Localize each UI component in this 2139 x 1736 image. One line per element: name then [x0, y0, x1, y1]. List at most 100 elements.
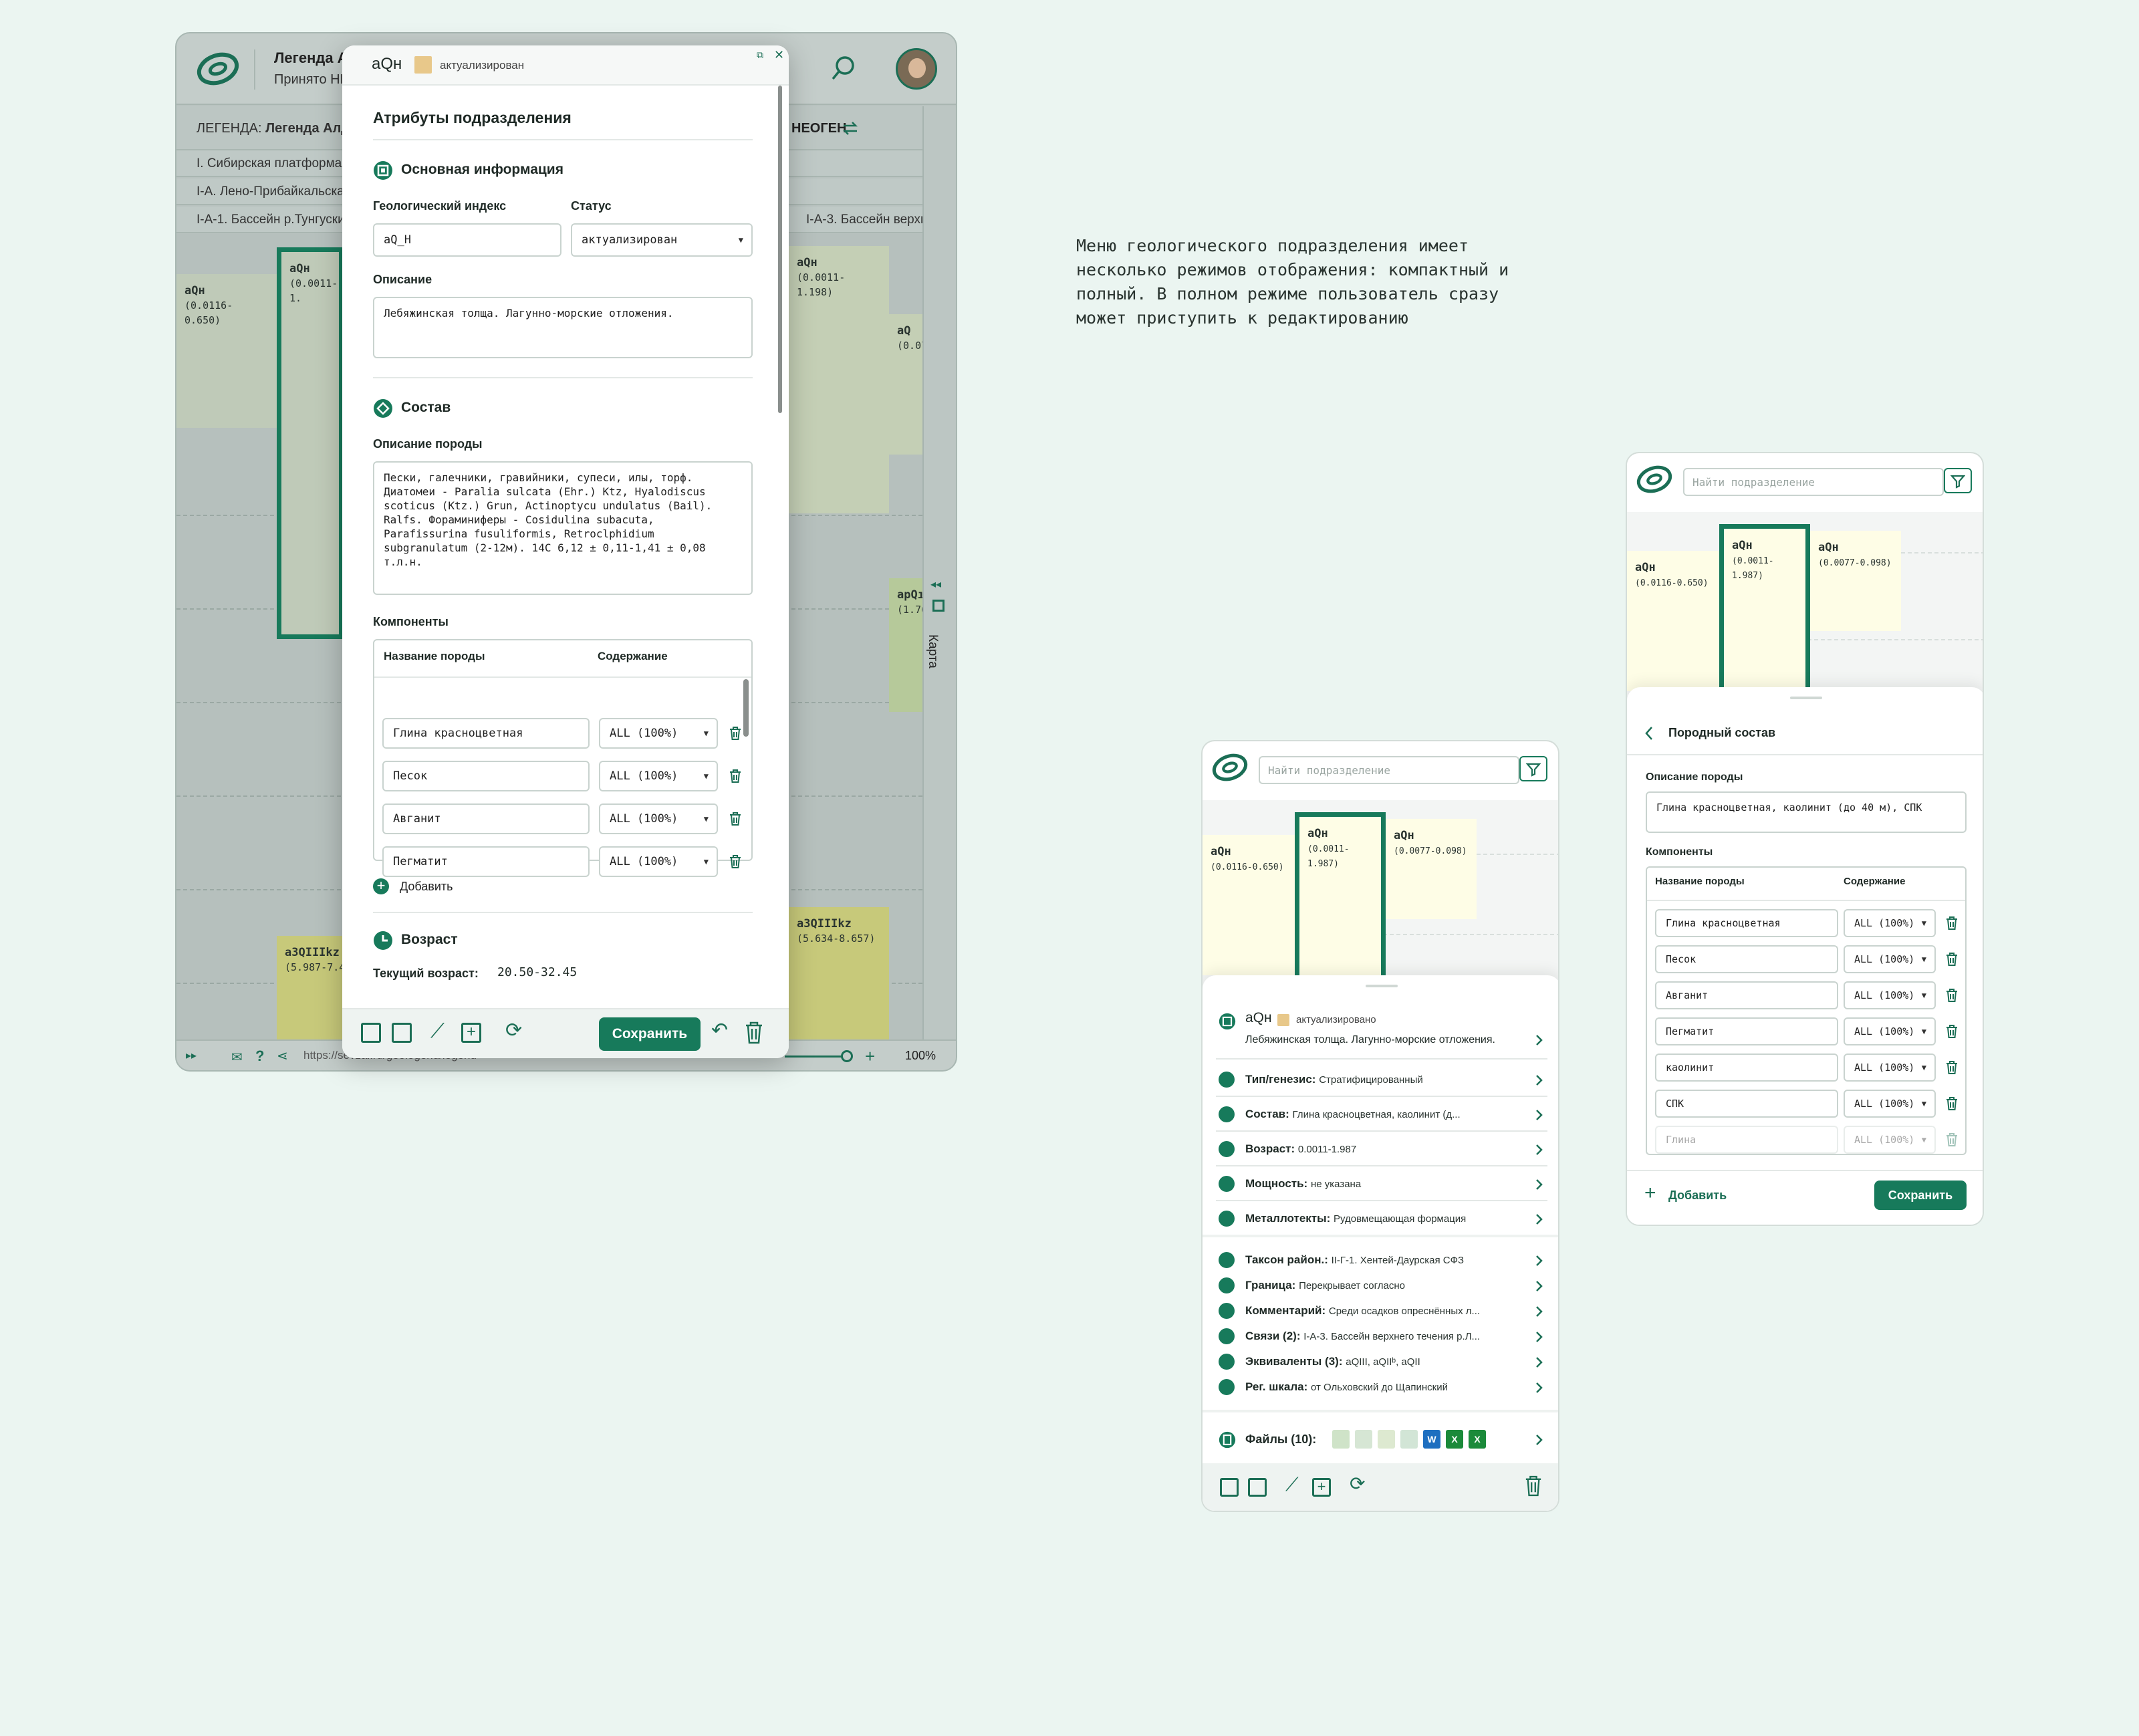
status-select[interactable]: актуализирован ▼: [571, 223, 753, 257]
ruler-icon[interactable]: ⟋: [1285, 1474, 1299, 1496]
chevron-right-icon[interactable]: [1535, 1255, 1543, 1267]
rock-desc-textarea[interactable]: Глина красноцветная, каолинит (до 40 м),…: [1646, 791, 1967, 833]
legend-unit[interactable]: aQн (0.0077-0.098): [1810, 531, 1901, 631]
add-component-button[interactable]: Добавить: [1668, 1189, 1727, 1203]
zoom-handle[interactable]: [841, 1050, 853, 1062]
add-component-button[interactable]: Добавить: [400, 880, 453, 894]
legend-unit[interactable]: apQı(1.76: [889, 578, 922, 712]
component-content-select[interactable]: ALL (100%) ▼: [1844, 1126, 1936, 1154]
file-thumb[interactable]: [1400, 1430, 1418, 1449]
undo-icon[interactable]: ↶: [711, 1019, 728, 1042]
chevron-right-icon[interactable]: [1535, 1144, 1543, 1156]
help-icon[interactable]: ?: [255, 1047, 264, 1065]
chevron-right-icon[interactable]: [1535, 1034, 1543, 1046]
legend-unit[interactable]: aQн (0.0011-1.198): [789, 246, 889, 513]
chevron-right-icon[interactable]: [1535, 1280, 1543, 1292]
row-label[interactable]: Связи (2): I-А-3. Бассейн верхнего течен…: [1245, 1330, 1480, 1343]
app-logo-icon[interactable]: [197, 52, 239, 86]
map-label[interactable]: Карта: [925, 634, 940, 668]
avatar[interactable]: [896, 48, 937, 90]
map-icon[interactable]: [932, 600, 945, 612]
legend-unit[interactable]: aQн (0.0116-0.650): [1203, 835, 1295, 975]
chevron-right-icon[interactable]: [1535, 1179, 1543, 1191]
save-button[interactable]: Сохранить: [599, 1017, 701, 1051]
refresh-icon[interactable]: ⟳: [505, 1019, 522, 1042]
copy-icon[interactable]: [361, 1023, 381, 1043]
delete-icon[interactable]: [1945, 916, 1959, 931]
row-label[interactable]: Таксон район.: II-Г-1. Хентей-Даурская С…: [1245, 1253, 1464, 1267]
chevron-right-icon[interactable]: [1535, 1213, 1543, 1225]
unit-description[interactable]: Лебяжинская толща. Лагунно-морские отлож…: [1245, 1034, 1495, 1046]
component-name-input[interactable]: Глина красноцветная: [1655, 909, 1838, 937]
chevron-right-icon[interactable]: [1535, 1382, 1543, 1394]
copy-icon[interactable]: [1220, 1478, 1239, 1497]
chevron-right-icon[interactable]: [1535, 1434, 1543, 1446]
delete-icon[interactable]: [1945, 988, 1959, 1003]
trash-icon[interactable]: [745, 1021, 763, 1044]
component-content-select[interactable]: ALL (100%) ▼: [1844, 1017, 1936, 1045]
file-thumb[interactable]: [1355, 1430, 1372, 1449]
zoom-in-icon[interactable]: +: [865, 1046, 875, 1067]
delete-icon[interactable]: [729, 726, 742, 741]
row-label[interactable]: Возраст: 0.0011-1.987: [1245, 1142, 1356, 1156]
file-thumb[interactable]: [1378, 1430, 1395, 1449]
refresh-icon[interactable]: ⟳: [1350, 1473, 1365, 1495]
delete-icon[interactable]: [1945, 1024, 1959, 1039]
delete-icon[interactable]: [729, 854, 742, 869]
filter-button[interactable]: [1944, 468, 1972, 493]
component-name-input[interactable]: Авганит: [1655, 981, 1838, 1009]
legend-row-right[interactable]: I-A-3. Бассейн верхн: [806, 207, 928, 233]
component-content-select[interactable]: ALL (100%) ▼: [1844, 1090, 1936, 1118]
component-name-input[interactable]: Глина: [1655, 1126, 1838, 1154]
delete-icon[interactable]: [1945, 1132, 1959, 1147]
drag-handle[interactable]: [1366, 985, 1398, 987]
legend-unit-selected[interactable]: aQн (0.0011-1.987): [1295, 812, 1386, 999]
legend-unit-selected[interactable]: aQн (0.0011-1.987): [1719, 524, 1810, 711]
row-label[interactable]: Состав: Глина красноцветная, каолинит (д…: [1245, 1108, 1461, 1121]
export-icon[interactable]: [1248, 1478, 1267, 1497]
description-textarea[interactable]: Лебяжинская толща. Лагунно-морские отлож…: [373, 297, 753, 358]
delete-icon[interactable]: [729, 769, 742, 783]
legend-name[interactable]: Легенда Алд: [265, 121, 350, 136]
chevron-right-icon[interactable]: [1535, 1331, 1543, 1343]
files-label[interactable]: Файлы (10):: [1245, 1433, 1316, 1447]
component-content-select[interactable]: ALL (100%) ▼: [1844, 909, 1936, 937]
row-label[interactable]: Эквиваленты (3): aQIII, aQIIᵇ, aQII: [1245, 1355, 1420, 1368]
rock-desc-textarea[interactable]: Пески, галечники, гравийники, супеси, ил…: [373, 461, 753, 595]
period-label[interactable]: НЕОГЕН: [791, 121, 846, 136]
excel-file-icon[interactable]: X: [1446, 1430, 1463, 1449]
row-label[interactable]: Тип/генезис: Стратифицированный: [1245, 1073, 1423, 1086]
file-thumb[interactable]: [1332, 1430, 1350, 1449]
delete-icon[interactable]: [729, 812, 742, 826]
export-icon[interactable]: [392, 1023, 412, 1043]
legend-unit-selected[interactable]: aQн (0.0011-1.: [277, 247, 344, 639]
drag-handle[interactable]: [1790, 697, 1822, 699]
map-rail[interactable]: ◂◂ Карта: [922, 106, 956, 1039]
scrollbar[interactable]: [778, 86, 782, 413]
component-content-select[interactable]: ALL (100%) ▼: [599, 803, 718, 834]
word-file-icon[interactable]: W: [1423, 1430, 1440, 1449]
scrollbar[interactable]: [743, 679, 749, 737]
search-icon[interactable]: [830, 55, 857, 82]
trash-icon[interactable]: [1525, 1475, 1542, 1497]
delete-icon[interactable]: [1945, 1060, 1959, 1075]
search-input[interactable]: Найти подразделение: [1259, 756, 1519, 784]
share-icon[interactable]: ⋖: [277, 1047, 288, 1064]
component-content-select[interactable]: ALL (100%) ▼: [599, 761, 718, 791]
collapse-icon[interactable]: ◂◂: [930, 578, 941, 591]
component-name-input[interactable]: каолинит: [1655, 1053, 1838, 1082]
row-label[interactable]: Металлотекты: Рудовмещающая формация: [1245, 1212, 1466, 1225]
component-name-input[interactable]: Песок: [1655, 945, 1838, 973]
legend-unit[interactable]: aQ(0.07: [889, 314, 922, 455]
component-content-select[interactable]: ALL (100%) ▼: [1844, 945, 1936, 973]
add-box-icon[interactable]: +: [461, 1023, 481, 1043]
row-label[interactable]: Рег. шкала: от Ольховский до Щапинский: [1245, 1380, 1448, 1394]
chevron-right-icon[interactable]: [1535, 1306, 1543, 1318]
search-input[interactable]: Найти подразделение: [1683, 468, 1944, 496]
component-name-input[interactable]: Пегматит: [382, 846, 590, 877]
chevron-right-icon[interactable]: [1535, 1109, 1543, 1121]
delete-icon[interactable]: [1945, 1096, 1959, 1111]
row-label[interactable]: Граница: Перекрывает согласно: [1245, 1279, 1405, 1292]
filter-button[interactable]: [1519, 756, 1547, 781]
legend-unit[interactable]: aQн (0.0116-0.650): [1627, 551, 1719, 691]
